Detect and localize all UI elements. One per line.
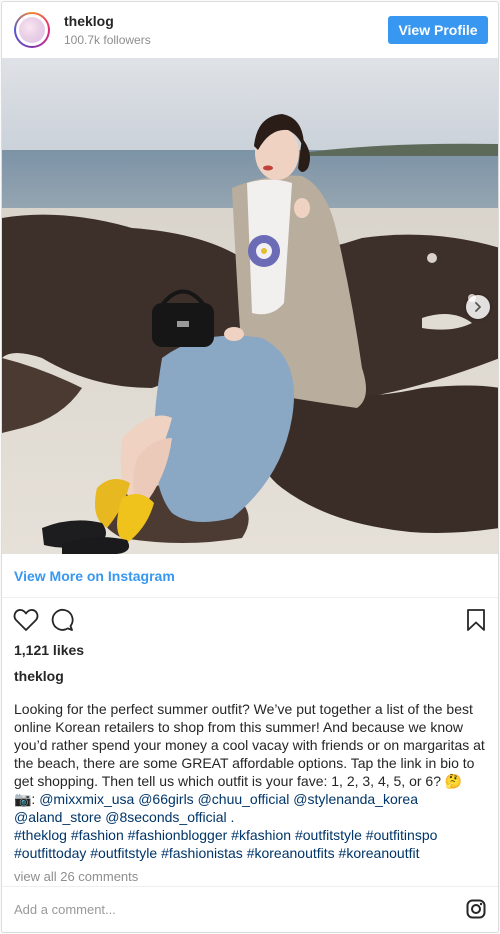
instagram-icon[interactable] [466, 899, 486, 919]
instagram-embed-card: theklog 100.7k followers View Profile Vi… [1, 1, 499, 933]
hashtags[interactable]: #theklog #fashion #fashionblogger #kfash… [14, 826, 486, 862]
follower-count: 100.7k followers [64, 32, 151, 47]
beach-photo [2, 58, 498, 554]
post-image[interactable] [2, 58, 498, 554]
view-profile-button[interactable]: View Profile [388, 16, 488, 44]
chevron-right-icon [475, 302, 481, 312]
view-more-label[interactable]: View More on Instagram [14, 568, 175, 584]
view-more-link[interactable]: View More on Instagram [2, 554, 498, 598]
caption-username[interactable]: theklog [2, 668, 498, 700]
add-comment-bar[interactable]: Add a comment... [2, 886, 498, 932]
username[interactable]: theklog [64, 13, 151, 30]
caption: Looking for the perfect summer outfit? W… [2, 700, 498, 862]
avatar[interactable] [14, 12, 50, 48]
add-comment-input[interactable]: Add a comment... [14, 902, 116, 917]
mentions[interactable]: @mixxmix_usa @66girls @chuu_official @st… [14, 791, 418, 825]
view-comments-link[interactable]: view all 26 comments [2, 866, 498, 888]
post-header: theklog 100.7k followers View Profile [2, 2, 498, 58]
comment-icon[interactable] [50, 608, 74, 632]
like-count[interactable]: 1,121 likes [2, 642, 498, 664]
heart-icon[interactable] [13, 608, 39, 632]
bookmark-icon[interactable] [466, 608, 486, 632]
photo-credit-prefix: 📷: [14, 791, 40, 807]
carousel-next-button[interactable] [466, 295, 490, 319]
action-bar [2, 598, 498, 644]
user-info: theklog 100.7k followers [64, 13, 151, 47]
caption-text: Looking for the perfect summer outfit? W… [14, 701, 485, 789]
